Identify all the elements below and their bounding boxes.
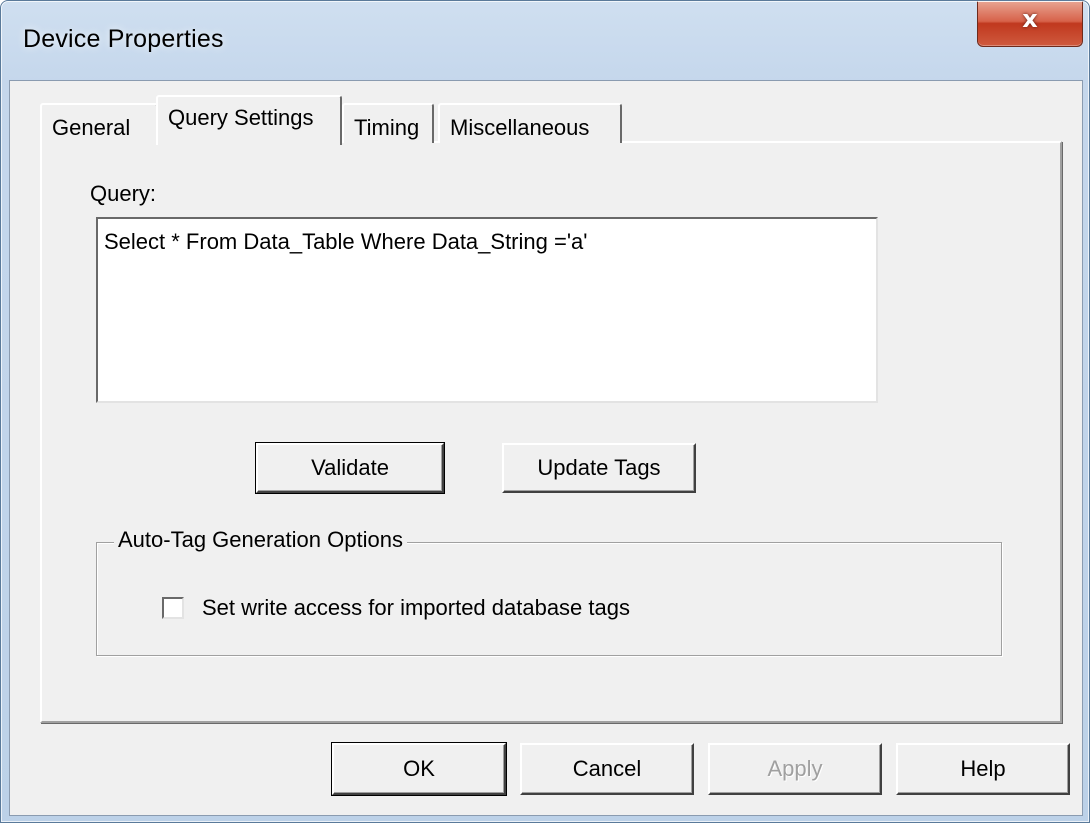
tab-miscellaneous[interactable]: Miscellaneous — [438, 103, 622, 143]
validate-button[interactable]: Validate — [256, 443, 444, 493]
update-tags-button[interactable]: Update Tags — [502, 443, 696, 493]
dialog-client-area: General Query Settings Timing Miscellane… — [9, 80, 1083, 816]
close-button[interactable]: x — [977, 1, 1083, 47]
window-title: Device Properties — [23, 25, 224, 53]
close-icon: x — [1022, 5, 1038, 33]
tab-timing-label: Timing — [354, 115, 420, 140]
apply-button-label: Apply — [767, 756, 823, 781]
device-properties-dialog: Device Properties x General Query Settin… — [0, 0, 1090, 823]
cancel-button-label: Cancel — [572, 756, 642, 781]
tab-general-label: General — [52, 115, 131, 140]
auto-tag-group-label: Auto-Tag Generation Options — [114, 527, 407, 553]
ok-button-label: OK — [403, 756, 435, 781]
query-label: Query: — [90, 181, 157, 206]
help-button-label: Help — [960, 756, 1006, 781]
query-textarea[interactable]: Select * From Data_Table Where Data_Stri… — [96, 217, 878, 403]
tab-timing[interactable]: Timing — [342, 103, 434, 143]
help-button[interactable]: Help — [896, 743, 1070, 795]
cancel-button[interactable]: Cancel — [520, 743, 694, 795]
update-tags-button-label: Update Tags — [537, 455, 661, 480]
write-access-checkbox-label[interactable]: Set write access for imported database t… — [202, 595, 630, 621]
apply-button[interactable]: Apply — [708, 743, 882, 795]
validate-button-label: Validate — [311, 455, 389, 480]
tab-query-settings[interactable]: Query Settings — [156, 95, 342, 145]
tab-general[interactable]: General — [40, 103, 158, 143]
ok-button[interactable]: OK — [332, 743, 506, 795]
write-access-checkbox[interactable] — [162, 597, 184, 619]
tab-query-settings-label: Query Settings — [168, 105, 314, 130]
tab-miscellaneous-label: Miscellaneous — [450, 115, 590, 140]
